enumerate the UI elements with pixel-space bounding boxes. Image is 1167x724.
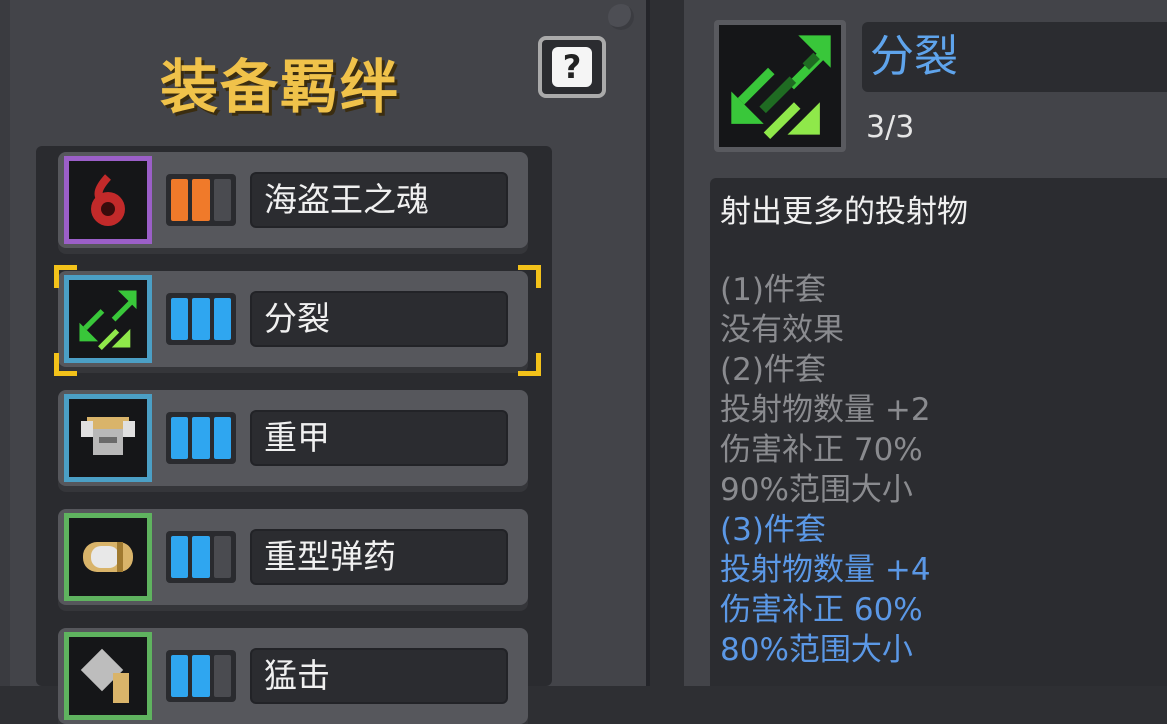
selection-corner <box>518 353 541 376</box>
tier-bar-filled <box>213 298 231 340</box>
bond-row[interactable]: 重甲 <box>58 390 528 486</box>
bond-name: 重型弹药 <box>250 529 508 585</box>
tier-bar-filled <box>171 655 189 697</box>
detail-icon <box>714 20 846 152</box>
question-icon: ? <box>552 47 592 87</box>
set-bonus-line: 投射物数量 +4 <box>720 552 931 588</box>
bond-name: 猛击 <box>250 648 508 704</box>
set-bonus-line: 伤害补正 60% <box>720 592 923 628</box>
tier-bar-filled <box>192 179 210 221</box>
bond-icon-frame <box>64 632 152 720</box>
set-bonus-line: (3)件套 <box>720 512 826 548</box>
bond-row[interactable]: 重型弹药 <box>58 509 528 605</box>
bond-icon-frame <box>64 513 152 601</box>
set-bonus-line: 90%范围大小 <box>720 472 913 508</box>
tier-bar-filled <box>171 179 189 221</box>
description-title: 射出更多的投射物 <box>720 194 968 230</box>
bond-icon-frame <box>64 394 152 482</box>
help-button[interactable]: ? <box>538 36 606 98</box>
heavy-ammo-icon <box>83 542 133 572</box>
detail-count: 3/3 <box>866 110 915 145</box>
tier-indicator <box>166 293 236 345</box>
tier-bar-filled <box>213 417 231 459</box>
tier-bar-filled <box>171 298 189 340</box>
selection-corner <box>518 265 541 288</box>
tier-bar-filled <box>171 417 189 459</box>
selection-corner <box>54 353 77 376</box>
tier-indicator <box>166 650 236 702</box>
bond-name: 分裂 <box>250 291 508 347</box>
heavy-armor-icon <box>81 417 135 455</box>
description-box: 射出更多的投射物 (1)件套没有效果 (2)件套投射物数量 +2 伤害补正 70% 9… <box>710 178 1167 686</box>
set-bonus-line: 80%范围大小 <box>720 632 913 668</box>
set-bonus-line: 没有效果 <box>720 312 844 348</box>
tier-bar-filled <box>192 536 210 578</box>
panel-edge <box>0 0 10 686</box>
tier-bar-empty <box>213 179 231 221</box>
tier-bar-empty <box>213 655 231 697</box>
tier-indicator <box>166 412 236 464</box>
smash-icon <box>80 648 129 703</box>
tier-indicator <box>166 531 236 583</box>
bond-list-panel: 装备羁绊 ? 海盗王之魂分裂重甲重型弹药猛击 <box>0 0 650 724</box>
bolt-decoration <box>608 4 634 30</box>
split-arrows-icon <box>79 290 137 350</box>
pirate-soul-icon <box>91 174 125 226</box>
set-bonus-list: (1)件套没有效果 (2)件套投射物数量 +2 伤害补正 70% 90%范围大小 (3)… <box>720 270 1167 670</box>
tier-bar-filled <box>192 298 210 340</box>
set-bonus-line: 伤害补正 70% <box>720 432 923 468</box>
bond-name: 重甲 <box>250 410 508 466</box>
bond-icon-frame <box>64 275 152 363</box>
set-bonus-line: (1)件套 <box>720 272 826 308</box>
tier-bar-filled <box>192 655 210 697</box>
set-bonus-line: 投射物数量 +2 <box>720 392 931 428</box>
tier-bar-filled <box>192 417 210 459</box>
panel-title: 装备羁绊 <box>160 53 401 121</box>
tier-bar-empty <box>213 536 231 578</box>
bond-row[interactable]: 海盗王之魂 <box>58 152 528 248</box>
bond-row[interactable]: 分裂 <box>58 271 528 367</box>
split-arrows-icon <box>731 35 831 139</box>
detail-name: 分裂 <box>862 22 1167 92</box>
tier-bar-filled <box>171 536 189 578</box>
bond-name: 海盗王之魂 <box>250 172 508 228</box>
bond-icon-frame <box>64 156 152 244</box>
bond-row[interactable]: 猛击 <box>58 628 528 724</box>
set-bonus-line: (2)件套 <box>720 352 826 388</box>
selection-corner <box>54 265 77 288</box>
tier-indicator <box>166 174 236 226</box>
